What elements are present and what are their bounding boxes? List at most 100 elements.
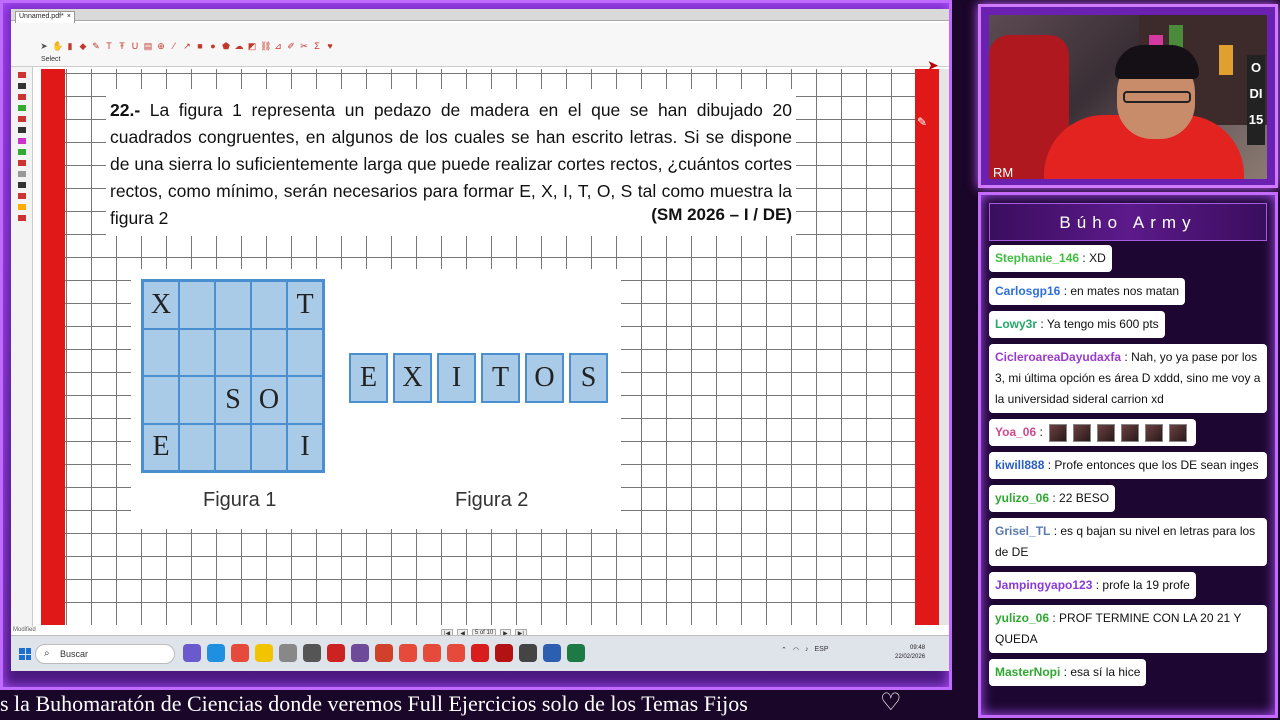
link-icon[interactable]: ⛓: [260, 41, 271, 51]
chat-username[interactable]: Jampingyapo123: [995, 578, 1092, 592]
arrow-icon[interactable]: ↗: [182, 41, 192, 51]
chat-separator: :: [1060, 284, 1071, 298]
chat-username[interactable]: yulizo_06: [995, 491, 1049, 505]
chat-separator: :: [1049, 491, 1060, 505]
chat-separator: :: [1036, 425, 1047, 439]
side-tool-ruler-icon[interactable]: [18, 193, 26, 199]
chat-username[interactable]: yulizo_06: [995, 611, 1049, 625]
chat-username[interactable]: CicleroareaDayudaxfa: [995, 350, 1121, 364]
chrome-icon[interactable]: [231, 644, 249, 662]
highlight-icon[interactable]: ▮: [65, 41, 75, 51]
underline-icon[interactable]: U: [130, 41, 140, 51]
tray-chevron-icon[interactable]: ⌃: [781, 646, 787, 654]
chat-message: yulizo_06 : 22 BESO: [989, 485, 1116, 512]
chat-username[interactable]: Yoa_06: [995, 425, 1036, 439]
pin-icon[interactable]: ✎: [917, 115, 927, 129]
eraser-icon[interactable]: ◆: [78, 41, 88, 51]
side-tool-gray-icon[interactable]: [18, 171, 26, 177]
vertical-scrollbar[interactable]: [939, 69, 949, 625]
chat-text: XD: [1089, 251, 1106, 265]
chat-username[interactable]: Lowy3r: [995, 317, 1037, 331]
file-explorer-icon[interactable]: [255, 644, 273, 662]
stamp-icon[interactable]: ⊕: [156, 41, 166, 51]
left-red-border: [41, 69, 65, 625]
side-tool-pen-icon[interactable]: [18, 94, 26, 100]
side-tool-brush-icon[interactable]: [18, 160, 26, 166]
side-tool-dark-icon[interactable]: [18, 182, 26, 188]
language-indicator[interactable]: ESP: [814, 646, 828, 654]
chat-username[interactable]: Stephanie_146: [995, 251, 1079, 265]
search-icon: ⌕: [44, 648, 50, 659]
chat-message-row: kiwill888 : Profe entonces que los DE se…: [989, 452, 1269, 479]
cloud-icon[interactable]: ☁: [234, 41, 244, 51]
chat-username[interactable]: Grisel_TL: [995, 524, 1050, 538]
chat-username[interactable]: MasterNopi: [995, 665, 1060, 679]
chat-separator: :: [1037, 317, 1047, 331]
document-tab[interactable]: Unnamed.pdf* ×: [15, 11, 75, 23]
note-icon[interactable]: ▤: [143, 41, 153, 51]
chat-username[interactable]: kiwill888: [995, 458, 1044, 472]
wifi-icon[interactable]: ◠: [793, 646, 799, 654]
chat-text: esa sí la hice: [1070, 665, 1141, 679]
sign-text-3: 15: [1248, 112, 1264, 127]
zoom-icon[interactable]: [543, 644, 561, 662]
side-tool-shape-icon[interactable]: [18, 215, 26, 221]
figure-1-cell: [287, 328, 323, 376]
polygon-icon[interactable]: ⬟: [221, 41, 231, 51]
side-tool-pink-icon[interactable]: [18, 138, 26, 144]
app-icon-9[interactable]: [375, 644, 393, 662]
side-tool-marker-icon[interactable]: [18, 116, 26, 122]
pencil-icon[interactable]: ✐: [286, 41, 296, 51]
chrome-icon-3[interactable]: [423, 644, 441, 662]
side-tool-yellow-icon[interactable]: [18, 204, 26, 210]
chat-message-row: Stephanie_146 : XD: [989, 245, 1269, 278]
emote-icon: [1073, 423, 1092, 442]
webcam-feed: O DI 15 RM: [989, 15, 1267, 179]
side-tool-black-icon[interactable]: [18, 83, 26, 89]
figure-2-tiles: EXITOS: [349, 353, 608, 403]
app-icon-15[interactable]: [519, 644, 537, 662]
strike-icon[interactable]: Ŧ: [117, 41, 127, 51]
sum-icon[interactable]: Σ: [312, 41, 322, 51]
chat-message: Stephanie_146 : XD: [989, 245, 1112, 272]
app-icon-5[interactable]: [279, 644, 297, 662]
app-icon-8[interactable]: [351, 644, 369, 662]
windows-taskbar: ⌕ Buscar ⌃ ◠ ♪ ESP 09:48 22/02/2026: [11, 635, 949, 671]
ellipse-icon[interactable]: ●: [208, 41, 218, 51]
app-icon-1[interactable]: [183, 644, 201, 662]
windows-start-icon[interactable]: [19, 648, 31, 660]
chat-username[interactable]: Carlosgp16: [995, 284, 1060, 298]
obs-icon[interactable]: [327, 644, 345, 662]
figure-1-cell: [179, 281, 215, 329]
rectangle-icon[interactable]: ■: [195, 41, 205, 51]
pen-icon[interactable]: ✎: [91, 41, 101, 51]
streamer-hair: [1115, 45, 1199, 79]
glasses: [1123, 91, 1191, 103]
callout-icon[interactable]: ◩: [247, 41, 257, 51]
excel-icon[interactable]: [567, 644, 585, 662]
sign-text-1: O: [1250, 60, 1262, 75]
attach-icon[interactable]: ✂: [299, 41, 309, 51]
taskbar-search[interactable]: ⌕ Buscar: [35, 644, 175, 664]
hand-tool-icon[interactable]: ✋: [52, 41, 63, 51]
taskbar-clock[interactable]: 09:48 22/02/2026: [895, 644, 925, 662]
edge-icon[interactable]: [207, 644, 225, 662]
chat-separator: :: [1092, 578, 1103, 592]
close-tab-icon[interactable]: ×: [67, 12, 71, 22]
volume-icon[interactable]: ♪: [805, 646, 809, 654]
side-tool-lime-icon[interactable]: [18, 149, 26, 155]
side-tool-line-icon[interactable]: [18, 127, 26, 133]
side-tool-green-icon[interactable]: [18, 105, 26, 111]
chrome-icon-4[interactable]: [447, 644, 465, 662]
acrobat-icon[interactable]: [495, 644, 513, 662]
app-icon-6[interactable]: [303, 644, 321, 662]
select-tool-icon[interactable]: ➤: [39, 41, 49, 51]
side-tool-red-icon[interactable]: [18, 72, 26, 78]
tool-row: ➤ ✋ ▮ ◆ ✎ T Ŧ U ▤ ⊕ ⁄ ↗ ■ ● ⬟ ☁ ◩ ⛓ ⊿ ✐: [39, 41, 335, 57]
pdf-app-icon[interactable]: [471, 644, 489, 662]
measure-icon[interactable]: ⊿: [273, 41, 283, 51]
text-icon[interactable]: T: [104, 41, 114, 51]
chrome-icon-2[interactable]: [399, 644, 417, 662]
line-icon[interactable]: ⁄: [169, 41, 179, 51]
heart-tool-icon[interactable]: ♥: [325, 41, 335, 51]
